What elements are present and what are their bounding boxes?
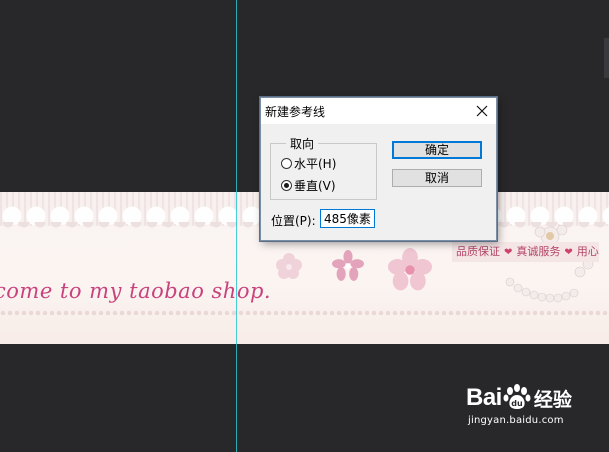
watermark-url: jingyan.baidu.com [468, 415, 564, 426]
orientation-legend: 取向 [286, 135, 319, 152]
dialog-titlebar[interactable]: 新建参考线 [261, 98, 496, 124]
svg-text:du: du [511, 399, 523, 408]
radio-button[interactable] [281, 180, 292, 191]
watermark-brand-suffix: 经验 [533, 388, 572, 411]
flower-decoration-icon [388, 248, 432, 291]
position-input[interactable] [320, 209, 375, 228]
flower-decoration-icon [276, 253, 302, 279]
radio-button[interactable] [281, 158, 292, 169]
service-promise-bar: 品质保证 ❤ 真诚服务 ❤ 用心 [452, 242, 599, 262]
dialog-title: 新建参考线 [265, 104, 326, 119]
paw-icon: du [503, 384, 531, 409]
close-icon [476, 105, 488, 117]
heart-icon: ❤ [504, 247, 513, 258]
ok-button[interactable]: 确定 [392, 141, 482, 159]
radio-horizontal-label: 水平(H) [294, 157, 337, 171]
radio-horizontal[interactable]: 水平(H) [281, 155, 336, 172]
pearl-necklace-image [505, 224, 600, 303]
new-guide-dialog: 新建参考线 取向 水平(H) 垂直(V) 确定 取消 位置(P): [260, 97, 497, 241]
promise-item: 真诚服务 [516, 245, 561, 258]
heart-icon: ❤ [564, 247, 573, 258]
watermark-brand: Bai [466, 384, 502, 411]
cancel-button[interactable]: 取消 [392, 169, 482, 187]
baidu-jingyan-watermark: Bai du 经验 jingyan.baidu.com [466, 384, 606, 444]
vertical-guide-line[interactable] [236, 0, 237, 452]
welcome-slogan: come to my taobao shop. [0, 279, 272, 303]
promise-item: 用心 [576, 245, 599, 258]
radio-vertical[interactable]: 垂直(V) [281, 177, 336, 194]
panel-edge [604, 38, 609, 78]
radio-vertical-label: 垂直(V) [294, 179, 336, 193]
position-label: 位置(P): [271, 214, 316, 228]
promise-item: 品质保证 [456, 245, 500, 258]
close-button[interactable] [470, 99, 494, 123]
flower-decoration-icon [332, 250, 364, 281]
